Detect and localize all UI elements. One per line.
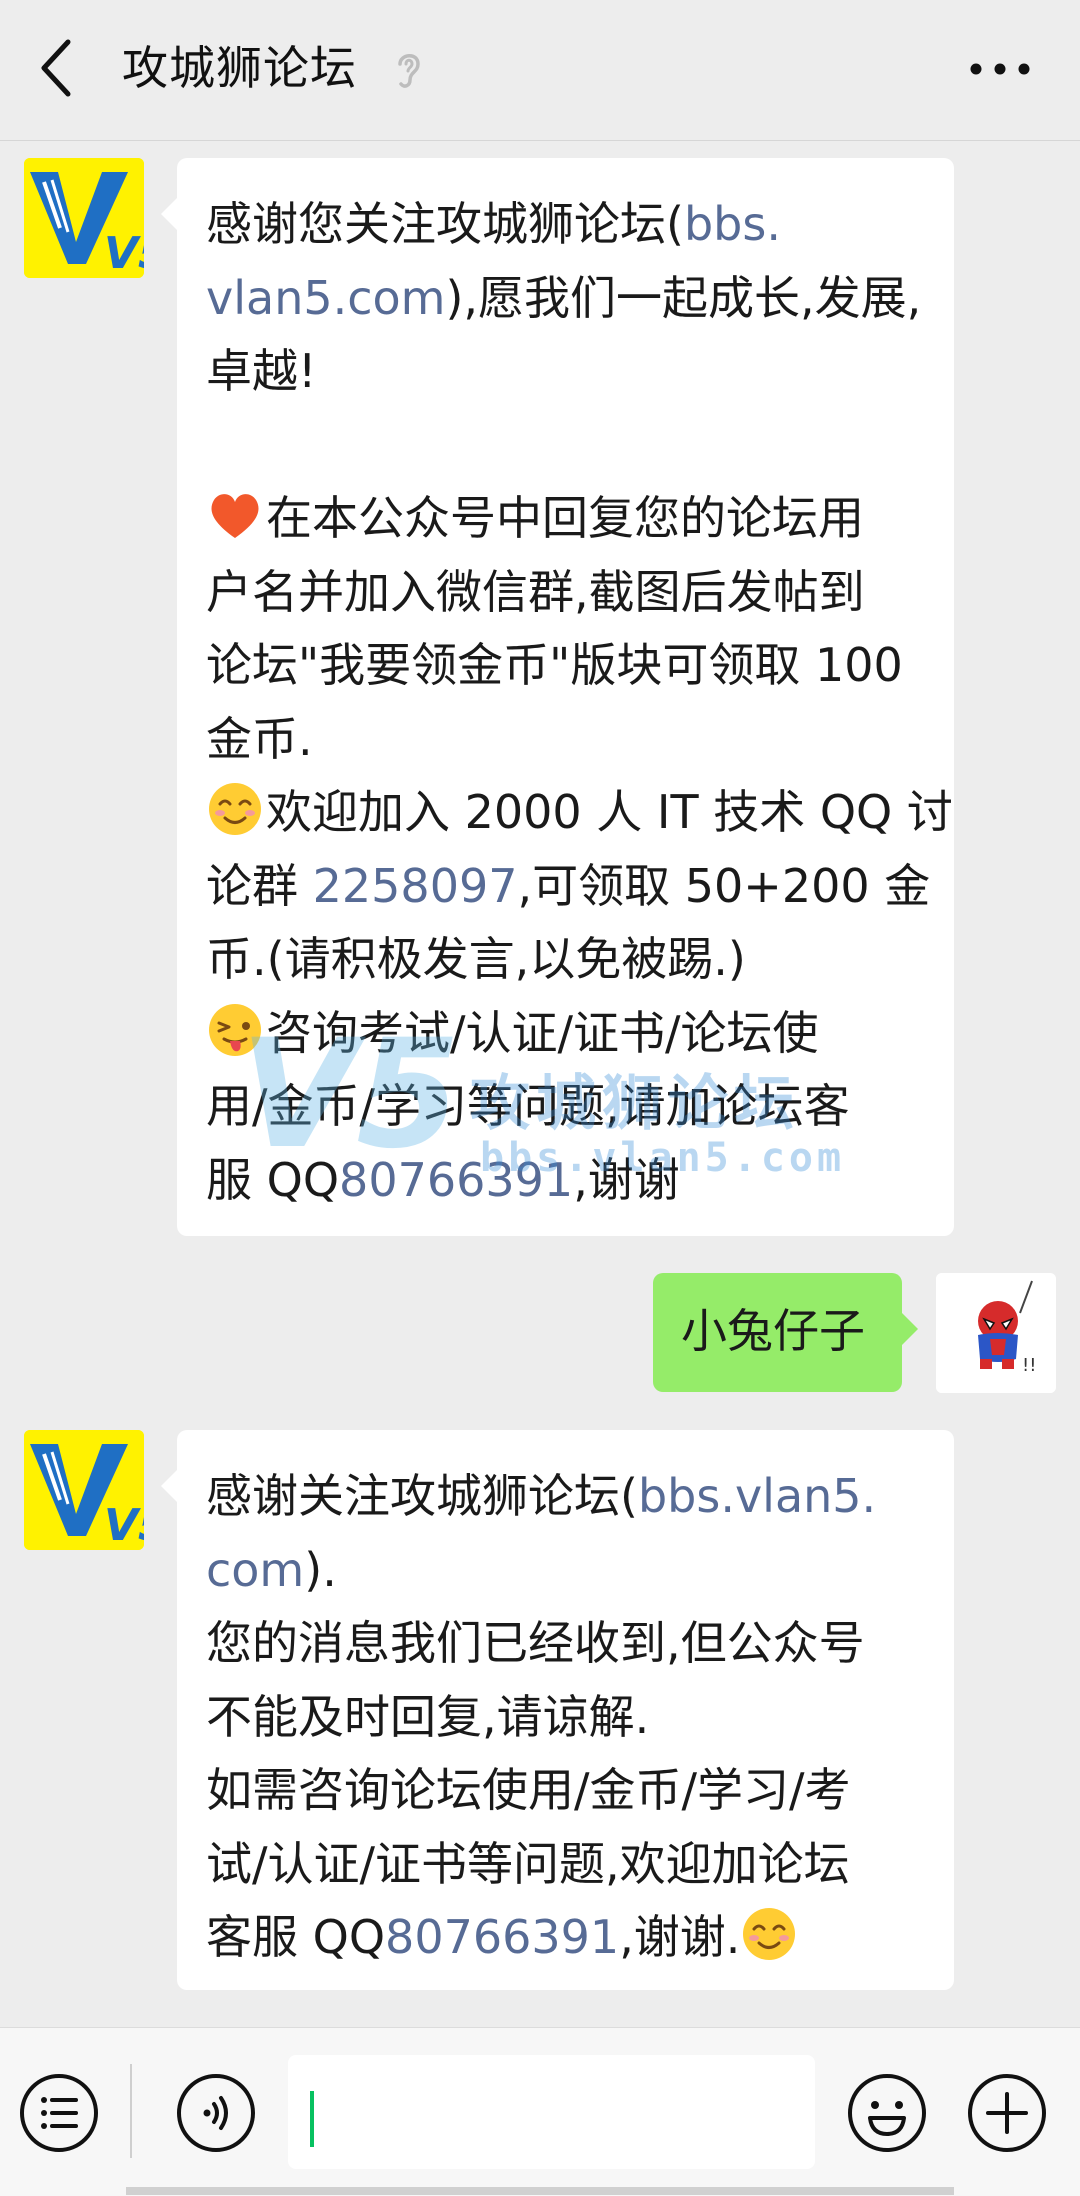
chat-header: 攻城狮论坛 — [0, 0, 1080, 141]
message-text-segment: 金币. — [206, 711, 313, 766]
message-text-segment: ,谢谢. — [619, 1910, 741, 1964]
official-avatar[interactable]: V5 — [24, 158, 144, 278]
message-text-segment: ). — [304, 1542, 337, 1597]
message-text-segment: 如需咨询论坛使用/金币/学习/考 — [206, 1763, 851, 1817]
message-link[interactable]: vlan5.com — [206, 271, 445, 325]
message-text-segment: 欢迎加入 2000 人 IT 技术 QQ 讨 — [266, 785, 953, 839]
message-line: 不能及时回复,请谅解. — [206, 1681, 954, 1755]
message-text-segment: 小兔仔子 — [681, 1304, 865, 1358]
message-line: com). — [206, 1534, 954, 1608]
message-line: 论群 2258097,可领取 50+200 金 — [206, 850, 954, 924]
message-line: 感谢您关注攻城狮论坛(bbs. — [206, 188, 954, 262]
message-line: vlan5.com),愿我们一起成长,发展, — [206, 262, 954, 336]
message-line: 客服 QQ80766391,谢谢. — [206, 1901, 954, 1975]
chat-title: 攻城狮论坛 — [122, 41, 357, 95]
list-menu-icon[interactable] — [18, 2072, 100, 2154]
message-line: 咨询考试/认证/证书/论坛使 — [206, 997, 954, 1071]
message-link[interactable]: bbs.vlan5. — [638, 1469, 876, 1523]
back-icon[interactable] — [28, 28, 92, 108]
message-text-segment: 论坛"我要领金币"版块可领取 100 — [206, 638, 903, 692]
message-text-segment: 咨询考试/认证/证书/论坛使 — [266, 1005, 819, 1060]
bar-divider — [130, 2064, 132, 2158]
more-dots-icon[interactable] — [960, 44, 1040, 94]
message-line — [206, 409, 954, 483]
emoji-face-icon[interactable] — [846, 2072, 928, 2154]
message-line: 如需咨询论坛使用/金币/学习/考 — [206, 1754, 954, 1828]
spiderman-avatar-icon: !! — [936, 1273, 1056, 1393]
message-line: 服 QQ80766391,谢谢 — [206, 1144, 954, 1218]
message-bubble-official-1[interactable]: 感谢您关注攻城狮论坛(bbs. vlan5.com),愿我们一起成长,发展, 卓越!… — [161, 158, 954, 1236]
user-avatar[interactable]: !! — [936, 1273, 1056, 1393]
message-text-segment: 感谢您关注攻城狮论坛( — [206, 197, 684, 251]
message-text: 感谢关注攻城狮论坛(bbs.vlan5. com). 您的消息我们已经收到,但公众号… — [206, 1460, 954, 1975]
message-text-segment: ),愿我们一起成长,发展, — [445, 270, 922, 325]
svg-text:V5: V5 — [104, 228, 144, 278]
message-text-segment: 试/认证/证书等问题,欢迎加论坛 — [206, 1836, 850, 1891]
message-link[interactable]: com — [206, 1543, 304, 1597]
message-text-segment: 感谢关注攻城狮论坛( — [206, 1469, 638, 1523]
voice-icon[interactable] — [175, 2072, 257, 2154]
v5-logo-icon: V5 — [24, 1430, 144, 1550]
heart-emoji — [206, 486, 264, 544]
message-text-segment: 客服 QQ — [206, 1910, 386, 1964]
svg-text:!!: !! — [1022, 1355, 1036, 1376]
smile-emoji — [206, 780, 264, 838]
message-line: 您的消息我们已经收到,但公众号 — [206, 1607, 954, 1681]
official-avatar[interactable]: V5 — [24, 1430, 144, 1550]
message-link[interactable]: 80766391 — [385, 1910, 619, 1964]
message-line: 在本公众号中回复您的论坛用 — [206, 482, 954, 556]
message-line: 币.(请积极发言,以免被踢.) — [206, 923, 954, 997]
message-link[interactable]: bbs. — [684, 197, 781, 251]
message-input[interactable] — [288, 2055, 815, 2169]
message-line: 试/认证/证书等问题,欢迎加论坛 — [206, 1828, 954, 1902]
message-line: 户名并加入微信群,截图后发帖到 — [206, 556, 954, 630]
message-line: 卓越! — [206, 335, 954, 409]
ear-icon — [398, 54, 420, 88]
message-line: 小兔仔子 — [681, 1295, 902, 1369]
home-indicator — [126, 2187, 954, 2195]
message-text-segment: 不能及时回复,请谅解. — [206, 1689, 650, 1744]
smile-emoji — [740, 1905, 798, 1963]
message-line: 欢迎加入 2000 人 IT 技术 QQ 讨 — [206, 776, 954, 850]
message-text-segment: 币.(请积极发言,以免被踢.) — [206, 932, 746, 986]
v5-logo-icon: V5 — [24, 158, 144, 278]
message-text-segment: 卓越! — [206, 344, 317, 398]
wink-tongue-emoji — [206, 1001, 264, 1059]
message-text-segment: 您的消息我们已经收到,但公众号 — [206, 1616, 865, 1670]
message-text: 感谢您关注攻城狮论坛(bbs. vlan5.com),愿我们一起成长,发展, 卓越!… — [206, 188, 954, 1217]
message-text-segment: ,谢谢 — [573, 1152, 680, 1207]
text-cursor — [310, 2091, 314, 2147]
input-bar — [0, 2027, 1080, 2196]
message-line: 用/金币/学习等问题,请加论坛客 — [206, 1070, 954, 1144]
message-text-segment: 用/金币/学习等问题,请加论坛客 — [206, 1079, 850, 1133]
message-text-segment: 户名并加入微信群,截图后发帖到 — [206, 564, 865, 619]
message-text: 小兔仔子 — [681, 1295, 902, 1369]
message-bubble-me[interactable]: 小兔仔子 — [653, 1273, 918, 1392]
message-line: 感谢关注攻城狮论坛(bbs.vlan5. — [206, 1460, 954, 1534]
message-line: 论坛"我要领金币"版块可领取 100 — [206, 629, 954, 703]
message-text-segment: 论群 — [206, 858, 313, 913]
message-text-segment: ,可领取 50+200 金 — [517, 858, 931, 913]
plus-circle-icon[interactable] — [966, 2072, 1048, 2154]
message-bubble-official-2[interactable]: 感谢关注攻城狮论坛(bbs.vlan5. com). 您的消息我们已经收到,但公众号… — [161, 1430, 954, 1990]
message-link[interactable]: 80766391 — [339, 1153, 573, 1207]
message-link[interactable]: 2258097 — [313, 859, 518, 913]
svg-text:V5: V5 — [104, 1500, 144, 1550]
message-line: 金币. — [206, 703, 954, 777]
message-text-segment: 在本公众号中回复您的论坛用 — [266, 491, 864, 545]
message-text-segment: 服 QQ — [206, 1152, 340, 1207]
